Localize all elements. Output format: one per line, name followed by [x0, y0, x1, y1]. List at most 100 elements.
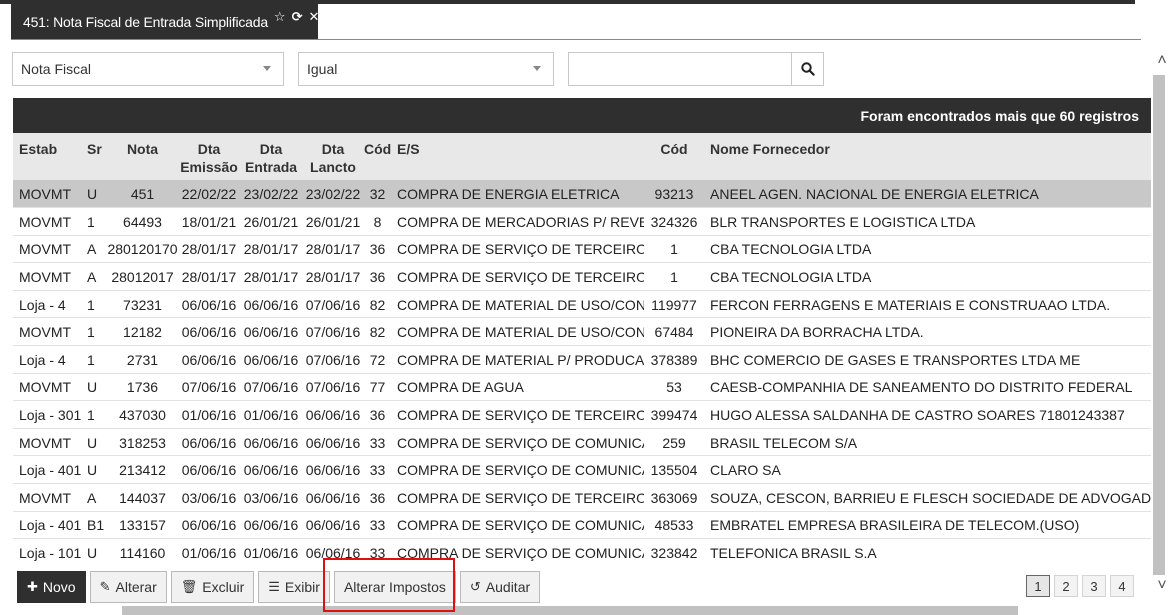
- cell-sr: U: [81, 455, 107, 485]
- exibir-button[interactable]: ☰ Exibir: [258, 571, 330, 603]
- cell-entrada: 06/06/16: [240, 345, 302, 374]
- cell-fornecedor: CBA TECNOLOGIA LTDA: [704, 262, 1151, 291]
- cell-es: COMPRA DE AGUA: [391, 373, 644, 402]
- column-header-sr[interactable]: Sr: [81, 133, 107, 180]
- cell-sr: A: [81, 262, 107, 291]
- tab-title: 451: Nota Fiscal de Entrada Simplificada: [23, 14, 268, 30]
- cell-estab: Loja - 4: [13, 345, 81, 374]
- cell-lancto: 06/06/16: [302, 428, 364, 457]
- cell-es: COMPRA DE MATERIAL DE USO/CONS: [391, 290, 644, 319]
- cell-es: COMPRA DE SERVIÇO DE COMUNICAÇ: [391, 511, 644, 540]
- cell-emissao: 28/01/17: [178, 235, 240, 264]
- cell-es: COMPRA DE ENERGIA ELETRICA: [391, 180, 644, 209]
- scroll-down-icon[interactable]: ˅: [1154, 578, 1170, 594]
- auditar-button[interactable]: ↺ Auditar: [459, 571, 541, 603]
- cell-fornecedor: CAESB-COMPANHIA DE SANEAMENTO DO DISTRIT…: [704, 373, 1151, 402]
- chevron-down-icon: [533, 66, 541, 71]
- cell-cod-forn: 259: [644, 428, 704, 457]
- alterar-button[interactable]: ✎ Alterar: [89, 571, 167, 603]
- cell-cod-forn: 135504: [644, 455, 704, 485]
- cell-lancto: 06/06/16: [302, 400, 364, 429]
- table-row[interactable]: MOVMT U 318253 06/06/16 06/06/16 06/06/16 33 CO…: [13, 428, 1151, 457]
- table-row[interactable]: MOVMT 1 64493 18/01/21 26/01/21 26/01/21 8 COMP…: [13, 207, 1151, 236]
- table-row[interactable]: Loja - 401 B1 133157 06/06/16 06/06/16 06/06/…: [13, 511, 1151, 540]
- alterar-label: Alterar: [115, 579, 157, 595]
- excluir-button[interactable]: 🗑 Excluir: [170, 571, 255, 603]
- table-row[interactable]: MOVMT A 280120170 28/01/17 28/01/17 28/01/17 3…: [13, 235, 1151, 264]
- page-2-button[interactable]: 2: [1054, 575, 1078, 597]
- column-header-cod-fornecedor[interactable]: Cód: [644, 133, 704, 180]
- table-row[interactable]: Loja - 101 U 114160 01/06/16 01/06/16 06/06/1…: [13, 538, 1151, 565]
- cell-cod: 33: [364, 511, 391, 540]
- close-icon[interactable]: ✕: [308, 9, 319, 25]
- cell-nota: 64493: [107, 207, 178, 236]
- cell-cod-forn: 48533: [644, 511, 704, 540]
- table-row[interactable]: MOVMT A 144037 03/06/16 03/06/16 06/06/16 36 CO…: [13, 483, 1151, 512]
- cell-estab: MOVMT: [13, 262, 81, 291]
- cell-lancto: 07/06/16: [302, 290, 364, 319]
- table-row[interactable]: MOVMT A 28012017 28/01/17 28/01/17 28/01/17 36…: [13, 262, 1151, 291]
- column-header-dta-lancto[interactable]: Dta Lancto: [302, 133, 364, 180]
- novo-button[interactable]: ✚ Novo: [17, 571, 86, 603]
- cell-cod-forn: 1: [644, 235, 704, 264]
- table-row[interactable]: Loja - 401 U 213412 06/06/16 06/06/16 06/06/1…: [13, 455, 1151, 485]
- table-row[interactable]: MOVMT 1 12182 06/06/16 06/06/16 07/06/16 82 COM…: [13, 317, 1151, 347]
- novo-label: Novo: [42, 579, 76, 595]
- column-header-dta-emissao[interactable]: Dta Emissão: [178, 133, 240, 180]
- favorite-star-icon[interactable]: ☆: [274, 9, 286, 25]
- page-4-button[interactable]: 4: [1110, 575, 1134, 597]
- cell-cod-forn: 53: [644, 373, 704, 402]
- cell-es: COMPRA DE SERVIÇO DE TERCEIROS: [391, 400, 644, 429]
- list-icon: ☰: [268, 579, 280, 594]
- operator-select[interactable]: Igual: [298, 52, 554, 86]
- cell-nota: 73231: [107, 290, 178, 319]
- field-select[interactable]: Nota Fiscal: [12, 52, 284, 86]
- search-input[interactable]: [568, 52, 792, 86]
- cell-es: COMPRA DE MERCADORIAS P/ REVEN: [391, 207, 644, 236]
- table-row[interactable]: Loja - 4 1 73231 06/06/16 06/06/16 07/06/16 82…: [13, 290, 1151, 319]
- table-row[interactable]: MOVMT U 1736 07/06/16 07/06/16 07/06/16 77 COMP…: [13, 373, 1151, 402]
- cell-sr: U: [81, 538, 107, 565]
- cell-lancto: 07/06/16: [302, 317, 364, 347]
- cell-emissao: 22/02/22: [178, 180, 240, 209]
- column-header-estab[interactable]: Estab: [13, 133, 81, 180]
- vertical-scrollbar[interactable]: ˄ ˅: [1151, 45, 1173, 605]
- cell-nota: 114160: [107, 538, 178, 565]
- column-header-nota[interactable]: Nota: [107, 133, 178, 180]
- cell-cod: 33: [364, 428, 391, 457]
- cell-sr: A: [81, 235, 107, 264]
- records-message: Foram encontrados mais que 60 registros: [860, 107, 1139, 124]
- scrollbar-thumb[interactable]: [1153, 75, 1165, 575]
- cell-cod: 72: [364, 345, 391, 374]
- field-select-value: Nota Fiscal: [21, 61, 92, 77]
- cell-entrada: 26/01/21: [240, 207, 302, 236]
- cell-cod-forn: 67484: [644, 317, 704, 347]
- cell-estab: Loja - 401: [13, 511, 81, 540]
- column-header-es[interactable]: E/S: [391, 133, 644, 180]
- refresh-icon[interactable]: ⟳: [292, 9, 303, 25]
- window-tab[interactable]: 451: Nota Fiscal de Entrada Simplificada…: [11, 4, 319, 40]
- page-3-button[interactable]: 3: [1082, 575, 1106, 597]
- cell-nota: 12182: [107, 317, 178, 347]
- page-1-button[interactable]: 1: [1026, 575, 1050, 597]
- scroll-up-icon[interactable]: ˄: [1154, 53, 1170, 69]
- chevron-down-icon: [263, 66, 271, 71]
- table-row[interactable]: Loja - 4 1 2731 06/06/16 06/06/16 07/06/16 72 C…: [13, 345, 1151, 374]
- search-button[interactable]: [791, 52, 824, 86]
- pagination: 1 2 3 4: [1026, 575, 1134, 597]
- horizontal-scrollbar[interactable]: [122, 606, 1018, 615]
- excluir-label: Excluir: [202, 579, 245, 595]
- cell-estab: Loja - 101: [13, 538, 81, 565]
- cell-sr: U: [81, 373, 107, 402]
- column-header-dta-entrada[interactable]: Dta Entrada: [240, 133, 302, 180]
- column-header-cod[interactable]: Cód: [364, 133, 391, 180]
- exibir-label: Exibir: [284, 579, 320, 595]
- plus-icon: ✚: [27, 579, 38, 594]
- cell-lancto: 06/06/16: [302, 455, 364, 485]
- column-header-nome-fornecedor[interactable]: Nome Fornecedor: [704, 133, 1151, 180]
- operator-select-value: Igual: [307, 61, 338, 77]
- cell-fornecedor: EMBRATEL EMPRESA BRASILEIRA DE TELECOM.(…: [704, 511, 1151, 540]
- cell-emissao: 06/06/16: [178, 455, 240, 485]
- table-row[interactable]: Loja - 301 1 437030 01/06/16 01/06/16 06/06/1…: [13, 400, 1151, 429]
- table-row[interactable]: MOVMT U 451 22/02/22 23/02/22 23/02/22 32 COMPR…: [13, 180, 1151, 209]
